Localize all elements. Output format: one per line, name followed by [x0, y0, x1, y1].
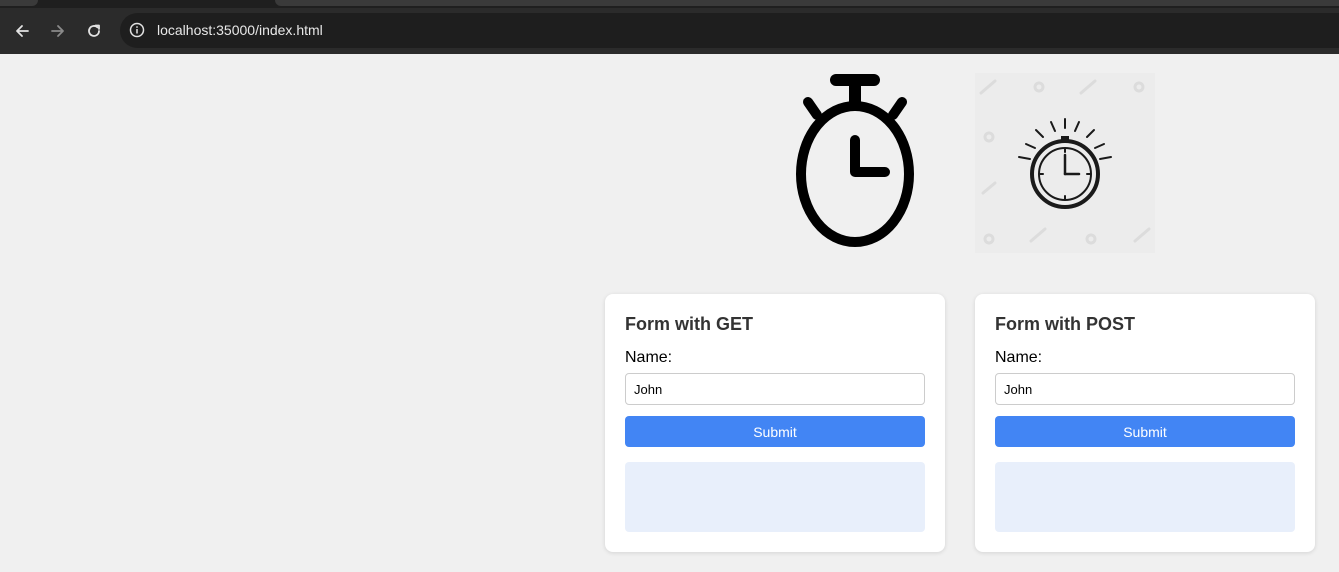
post-name-label: Name: [995, 349, 1043, 366]
get-name-input[interactable] [625, 373, 925, 405]
reload-button[interactable] [82, 19, 106, 43]
address-bar[interactable]: localhost:35000/index.html [120, 13, 1339, 48]
stopwatch-icon [796, 74, 914, 247]
post-form-card: Form with POST Name: Submit [975, 294, 1315, 552]
forward-button[interactable] [46, 19, 70, 43]
get-submit-button[interactable]: Submit [625, 416, 925, 447]
post-submit-button[interactable]: Submit [995, 416, 1295, 447]
get-name-label: Name: [625, 349, 673, 366]
get-form-title: Form with GET [625, 314, 753, 334]
back-button[interactable] [10, 19, 34, 43]
post-form-title: Form with POST [995, 314, 1136, 334]
get-result-box [625, 462, 925, 532]
forward-arrow-icon [51, 25, 64, 37]
reload-icon [88, 24, 100, 37]
browser-toolbar: localhost:35000/index.html [0, 8, 1339, 54]
browser-tab[interactable] [0, 0, 38, 6]
get-form-card: Form with GET Name: Submit [605, 294, 945, 552]
post-result-box [995, 462, 1295, 532]
url-text[interactable]: localhost:35000/index.html [157, 22, 323, 39]
back-arrow-icon [16, 25, 29, 37]
stopwatch-icon [979, 79, 1151, 245]
info-icon[interactable] [129, 22, 145, 38]
stopwatch-image [975, 73, 1155, 253]
tab-strip-background [275, 0, 1339, 6]
post-name-input[interactable] [995, 373, 1295, 405]
